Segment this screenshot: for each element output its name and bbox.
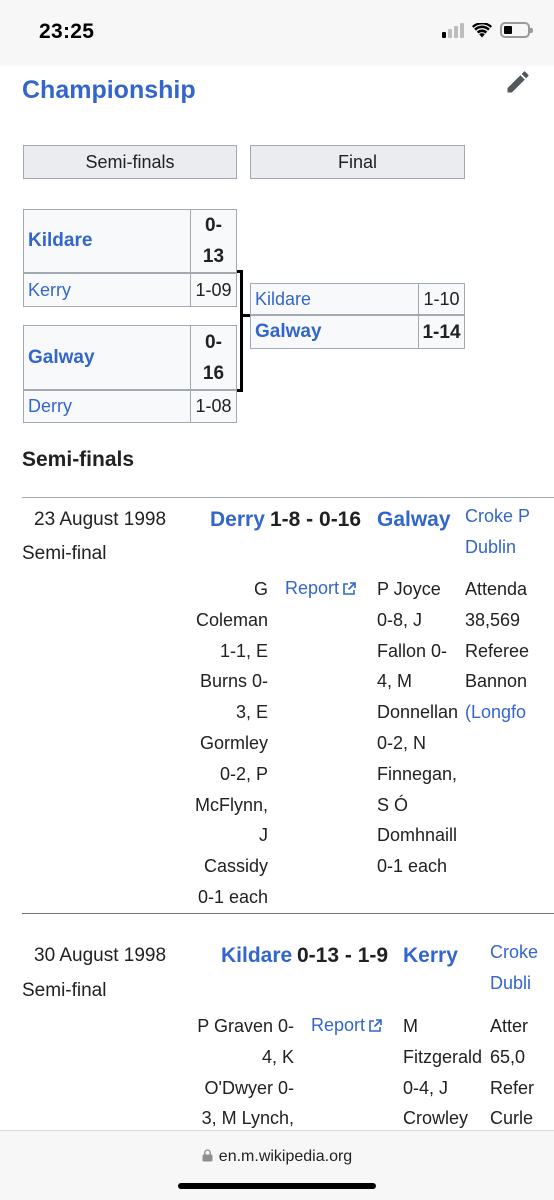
bracket-team-galway[interactable]: Galway bbox=[23, 325, 191, 390]
external-link-icon bbox=[369, 1018, 382, 1032]
external-link-icon bbox=[343, 581, 356, 595]
bracket-score: 0-16 bbox=[190, 325, 237, 390]
section-heading-semifinals: Semi-finals bbox=[22, 448, 135, 471]
match-away-team[interactable]: Galway bbox=[377, 508, 451, 532]
bracket-connector bbox=[240, 270, 243, 392]
status-time: 23:25 bbox=[39, 20, 95, 43]
bracket-final-team-galway[interactable]: Galway bbox=[250, 315, 419, 349]
match-venue[interactable]: Croke P bbox=[465, 506, 530, 527]
match-divider bbox=[22, 497, 554, 498]
edit-pencil-icon[interactable] bbox=[504, 68, 532, 96]
match-info: Atter 65,0 Refer Curle bbox=[490, 1016, 535, 1129]
bracket-score: 1-14 bbox=[418, 315, 465, 349]
away-scorers: M Fitzgerald 0-4, J Crowley bbox=[403, 1016, 483, 1129]
match-home-team[interactable]: Kildare bbox=[221, 944, 292, 968]
match-venue[interactable]: Croke bbox=[490, 942, 538, 963]
match-info: Attenda 38,569 Referee Bannon (Longfo bbox=[465, 574, 554, 728]
match-round: Semi-final bbox=[22, 980, 107, 1001]
match-score: 0-13 - 1-9 bbox=[297, 944, 389, 967]
bracket-team-kerry[interactable]: Kerry bbox=[23, 273, 191, 307]
page-title-line2: Championship bbox=[22, 76, 196, 104]
bracket-header-final: Final bbox=[250, 145, 465, 179]
match-report-link[interactable]: Report bbox=[311, 1015, 382, 1036]
match-date: 23 August 1998 bbox=[34, 509, 167, 530]
browser-url-bar[interactable]: en.m.wikipedia.org bbox=[0, 1130, 554, 1200]
match-score: 1-8 - 0-16 bbox=[270, 508, 362, 531]
bracket-score: 1-09 bbox=[190, 273, 237, 307]
referee-county-link[interactable]: (Longfo bbox=[465, 697, 554, 728]
url-text[interactable]: en.m.wikipedia.org bbox=[219, 1148, 352, 1165]
bracket-final-team-kildare[interactable]: Kildare bbox=[250, 283, 419, 315]
bracket-connector bbox=[240, 314, 250, 317]
bracket-score: 1-08 bbox=[190, 390, 237, 423]
lock-icon bbox=[202, 1149, 213, 1162]
home-scorers: P Graven 0- 4, K O'Dwyer 0- 3, M Lynch, bbox=[197, 1016, 294, 1129]
match-date: 30 August 1998 bbox=[34, 945, 167, 966]
match-venue-city[interactable]: Dubli bbox=[490, 973, 531, 994]
match-report-link[interactable]: Report bbox=[285, 578, 356, 599]
match-round: Semi-final bbox=[22, 543, 107, 564]
status-bar: 23:25 bbox=[0, 0, 554, 66]
away-scorers: P Joyce 0-8, J Fallon 0- 4, M Donnellan … bbox=[377, 579, 459, 877]
home-scorers: G Coleman 1-1, E Burns 0- 3, E Gormley 0… bbox=[194, 579, 268, 907]
bracket-header-semifinals: Semi-finals bbox=[23, 145, 237, 179]
home-indicator[interactable] bbox=[178, 1183, 376, 1189]
match-venue-city[interactable]: Dublin bbox=[465, 537, 516, 558]
bracket-connector bbox=[237, 389, 243, 392]
match-divider bbox=[22, 913, 554, 914]
bracket-team-kildare[interactable]: Kildare bbox=[23, 209, 191, 273]
bracket-score: 1-10 bbox=[418, 283, 465, 315]
battery-icon bbox=[500, 22, 533, 38]
bracket-score: 0-13 bbox=[190, 209, 237, 273]
match-home-team[interactable]: Derry bbox=[210, 508, 265, 532]
wifi-icon bbox=[472, 22, 492, 37]
cellular-signal-icon bbox=[442, 22, 464, 38]
match-away-team[interactable]: Kerry bbox=[403, 944, 458, 968]
bracket-team-derry[interactable]: Derry bbox=[23, 390, 191, 423]
